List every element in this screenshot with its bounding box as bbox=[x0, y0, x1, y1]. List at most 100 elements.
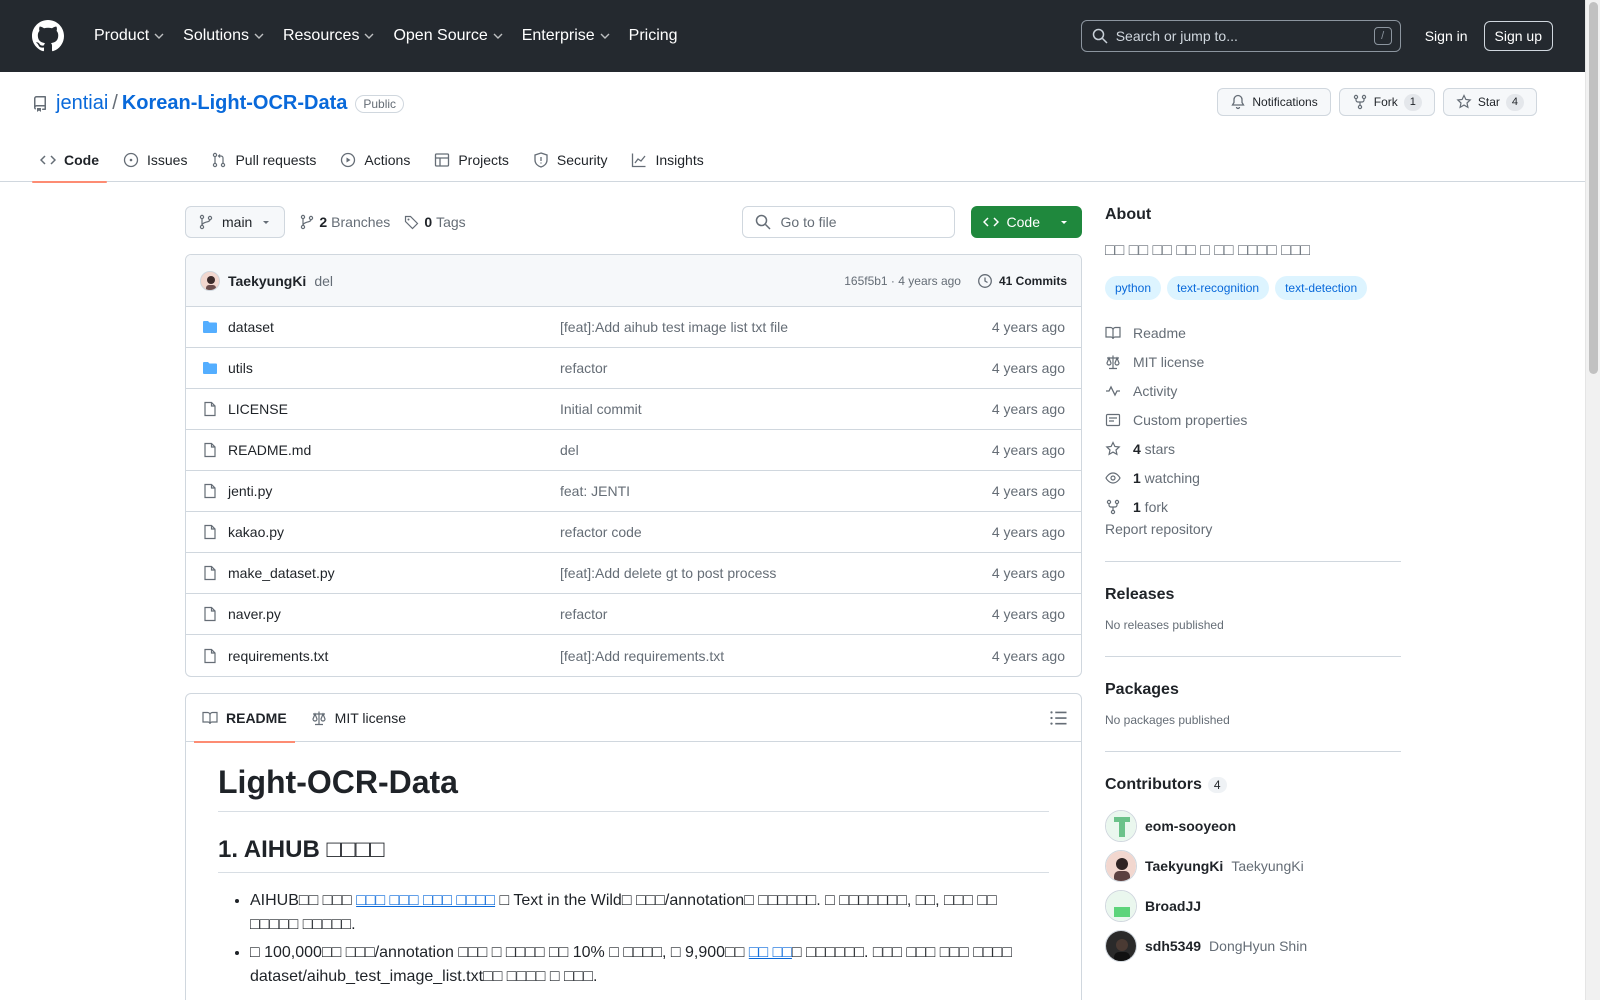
commit-message-link[interactable]: del bbox=[314, 273, 333, 289]
readme-list: AIHUB□□ □□□ □□□ □□□ □□□ □□□□ □ Text in t… bbox=[218, 889, 1049, 989]
about-link-star[interactable]: 4 stars bbox=[1105, 434, 1401, 463]
readme-link[interactable]: □□ □□ bbox=[749, 944, 792, 961]
file-commit-message[interactable]: refactor code bbox=[560, 524, 992, 540]
nav-resources[interactable]: Resources bbox=[275, 19, 383, 53]
table-row[interactable]: requirements.txt [feat]:Add requirements.… bbox=[186, 635, 1081, 676]
file-commit-message[interactable]: feat: JENTI bbox=[560, 483, 992, 499]
file-commit-message[interactable]: refactor bbox=[560, 360, 992, 376]
topic-tag[interactable]: python bbox=[1105, 276, 1162, 300]
file-name-link[interactable]: naver.py bbox=[228, 606, 560, 622]
file-commit-message[interactable]: [feat]:Add aihub test image list txt fil… bbox=[560, 319, 992, 335]
avatar[interactable] bbox=[200, 270, 220, 291]
contributor-item[interactable]: sdh5349 DongHyun Shin bbox=[1105, 926, 1401, 966]
about-link-eye[interactable]: 1 watching bbox=[1105, 463, 1401, 492]
go-to-file-input[interactable]: Go to file bbox=[741, 206, 955, 238]
table-row[interactable]: naver.py refactor 4 years ago bbox=[186, 594, 1081, 635]
file-name-link[interactable]: make_dataset.py bbox=[228, 565, 560, 581]
commit-author-link[interactable]: TaekyungKi bbox=[228, 273, 306, 289]
nav-product[interactable]: Product bbox=[86, 19, 173, 53]
readme-link[interactable]: □□□ □□□ □□□ □□□□ bbox=[356, 892, 495, 909]
file-commit-time: 4 years ago bbox=[991, 442, 1065, 458]
releases-heading[interactable]: Releases bbox=[1105, 586, 1401, 604]
commits-history-link[interactable]: 41 Commits bbox=[977, 273, 1067, 289]
tab-code[interactable]: Code bbox=[32, 138, 107, 183]
tab-security-label: Security bbox=[556, 152, 608, 168]
tab-readme[interactable]: README bbox=[194, 694, 295, 743]
topic-tag[interactable]: text-detection bbox=[1275, 276, 1368, 300]
file-name-link[interactable]: requirements.txt bbox=[228, 648, 560, 664]
table-row[interactable]: LICENSE Initial commit 4 years ago bbox=[186, 389, 1081, 430]
sign-up-button[interactable]: Sign up bbox=[1483, 21, 1553, 51]
file-name-link[interactable]: README.md bbox=[228, 442, 560, 458]
file-commit-message[interactable]: del bbox=[560, 442, 992, 458]
tags-link[interactable]: 0 Tags bbox=[404, 214, 466, 230]
file-name-link[interactable]: dataset bbox=[228, 319, 560, 335]
avatar[interactable] bbox=[1105, 890, 1137, 922]
avatar[interactable] bbox=[1105, 930, 1137, 962]
fork-button[interactable]: Fork 1 bbox=[1338, 88, 1435, 116]
tab-license[interactable]: MIT license bbox=[303, 694, 414, 742]
scrollbar-thumb[interactable] bbox=[1589, 2, 1598, 374]
about-link-book[interactable]: Readme bbox=[1105, 318, 1401, 347]
readme-heading-2: 1. AIHUB □□□□ bbox=[218, 836, 1049, 873]
contributor-login[interactable]: BroadJJ bbox=[1145, 898, 1201, 914]
commit-meta[interactable]: 165f5b1 · 4 years ago bbox=[844, 274, 961, 288]
nav-pricing[interactable]: Pricing bbox=[621, 19, 686, 53]
contributor-item[interactable]: BroadJJ bbox=[1105, 886, 1401, 926]
tab-insights[interactable]: Insights bbox=[623, 138, 711, 182]
file-name-link[interactable]: jenti.py bbox=[228, 483, 560, 499]
nav-open-source[interactable]: Open Source bbox=[385, 19, 511, 53]
table-row[interactable]: kakao.py refactor code 4 years ago bbox=[186, 512, 1081, 553]
file-commit-time: 4 years ago bbox=[991, 319, 1065, 335]
file-name-link[interactable]: utils bbox=[228, 360, 560, 376]
table-row[interactable]: dataset [feat]:Add aihub test image list … bbox=[186, 307, 1081, 348]
table-row[interactable]: make_dataset.py [feat]:Add delete gt to p… bbox=[186, 553, 1081, 594]
contributor-login[interactable]: sdh5349 bbox=[1145, 938, 1201, 954]
file-commit-message[interactable]: [feat]:Add requirements.txt bbox=[560, 648, 992, 664]
file-name-link[interactable]: LICENSE bbox=[228, 401, 560, 417]
tab-actions[interactable]: Actions bbox=[332, 138, 418, 182]
about-link-note[interactable]: Custom properties bbox=[1105, 405, 1401, 434]
branches-link[interactable]: 2 Branches bbox=[299, 214, 390, 230]
table-row[interactable]: utils refactor 4 years ago bbox=[186, 348, 1081, 389]
file-commit-message[interactable]: refactor bbox=[560, 606, 992, 622]
nav-enterprise[interactable]: Enterprise bbox=[514, 19, 619, 53]
tab-security[interactable]: Security bbox=[525, 138, 616, 182]
book-icon bbox=[202, 711, 218, 724]
global-search-input[interactable]: Search or jump to... / bbox=[1080, 20, 1401, 52]
file-commit-message[interactable]: [feat]:Add delete gt to post process bbox=[560, 565, 992, 581]
file-browser: TaekyungKi del 165f5b1 · 4 years ago 41 … bbox=[185, 254, 1082, 677]
file-name-link[interactable]: kakao.py bbox=[228, 524, 560, 540]
github-logo-icon[interactable] bbox=[32, 20, 64, 52]
notifications-button[interactable]: Notifications bbox=[1217, 88, 1331, 116]
topic-tag[interactable]: text-recognition bbox=[1167, 276, 1270, 300]
contributor-item[interactable]: TaekyungKi TaekyungKi bbox=[1105, 846, 1401, 886]
nav-solutions[interactable]: Solutions bbox=[175, 19, 273, 53]
packages-heading[interactable]: Packages bbox=[1105, 681, 1401, 699]
code-button[interactable]: Code bbox=[970, 206, 1082, 238]
file-commit-message[interactable]: Initial commit bbox=[560, 401, 992, 417]
tab-projects[interactable]: Projects bbox=[426, 138, 517, 182]
about-link-pulse[interactable]: Activity bbox=[1105, 376, 1401, 405]
sign-in-link[interactable]: Sign in bbox=[1425, 28, 1468, 44]
contributor-login[interactable]: TaekyungKi bbox=[1145, 858, 1223, 874]
report-repository-link[interactable]: Report repository bbox=[1105, 521, 1212, 537]
page-scrollbar[interactable] bbox=[1585, 0, 1600, 1000]
table-row[interactable]: README.md del 4 years ago bbox=[186, 430, 1081, 471]
table-row[interactable]: jenti.py feat: JENTI 4 years ago bbox=[186, 471, 1081, 512]
contributor-login[interactable]: eom-sooyeon bbox=[1145, 818, 1236, 834]
about-link-law[interactable]: MIT license bbox=[1105, 347, 1401, 376]
list-unordered-icon[interactable] bbox=[1049, 708, 1069, 728]
tab-pull-requests[interactable]: Pull requests bbox=[203, 138, 324, 182]
tab-issues[interactable]: Issues bbox=[115, 138, 195, 182]
repo-owner-link[interactable]: jentiai bbox=[56, 92, 108, 115]
about-link-fork[interactable]: 1 fork bbox=[1105, 492, 1401, 521]
avatar[interactable] bbox=[1105, 810, 1137, 842]
avatar[interactable] bbox=[1105, 850, 1137, 882]
repo-title: jentiai / Korean-Light-OCR-Data Public bbox=[32, 92, 405, 115]
branch-selector[interactable]: main bbox=[185, 206, 286, 238]
star-button[interactable]: Star 4 bbox=[1442, 88, 1537, 116]
contributor-item[interactable]: eom-sooyeon bbox=[1105, 806, 1401, 846]
contributors-heading[interactable]: Contributors 4 bbox=[1105, 776, 1401, 794]
repo-name-link[interactable]: Korean-Light-OCR-Data bbox=[122, 92, 348, 115]
